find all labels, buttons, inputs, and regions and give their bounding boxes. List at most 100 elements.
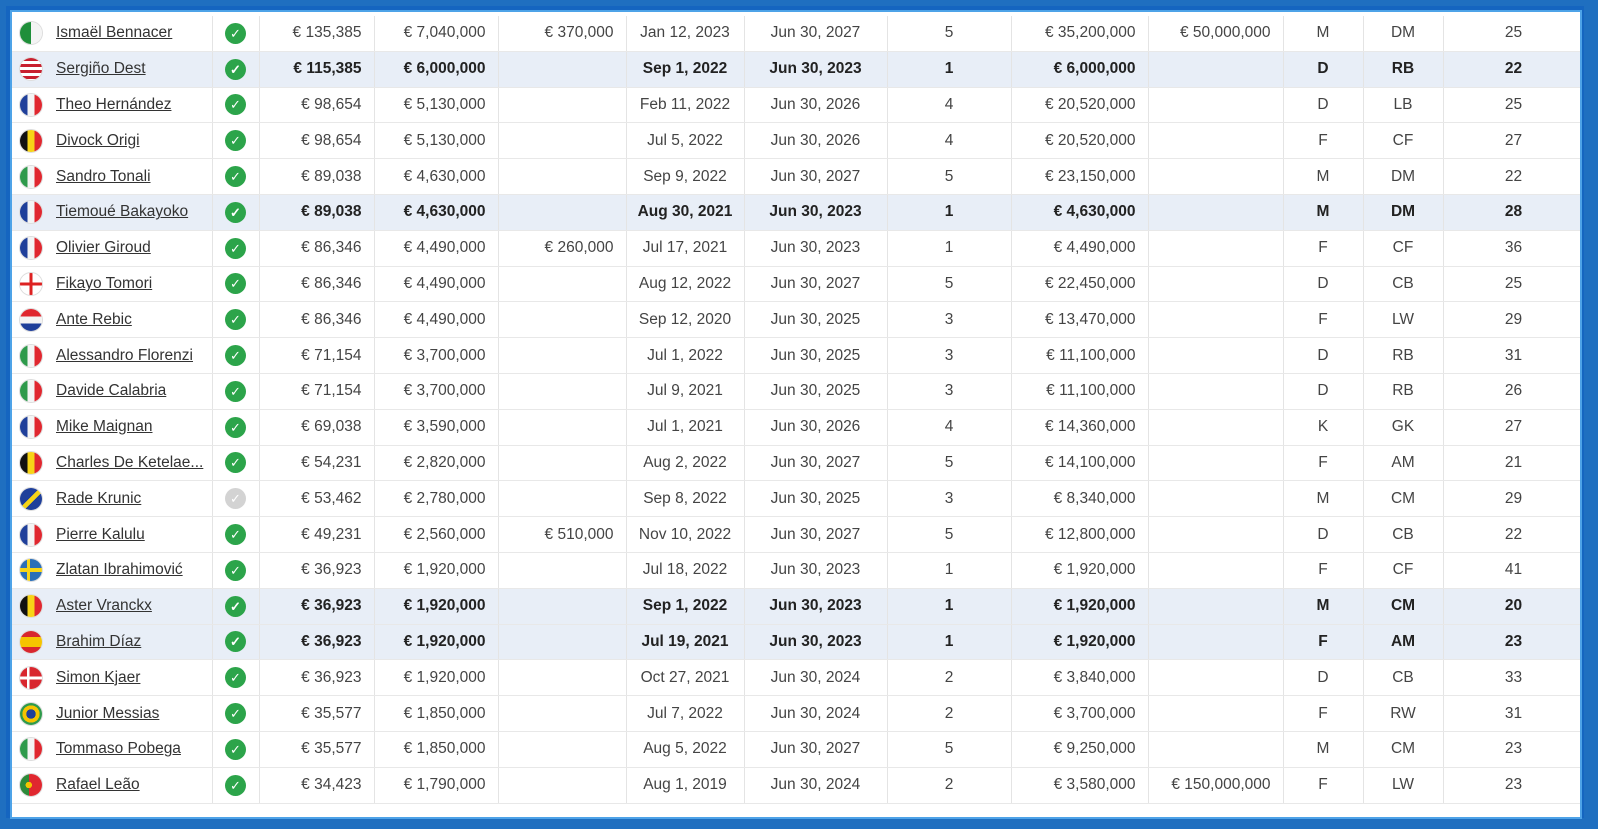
position-cell: F: [1283, 230, 1364, 267]
player-cell: Aster Vranckx: [12, 588, 213, 625]
weekly-salary-cell: € 54,231: [259, 445, 375, 482]
expiration-date-cell: Jun 30, 2027: [744, 16, 888, 52]
player-name-link[interactable]: Rafael Leão: [56, 776, 140, 793]
player-name-link[interactable]: Pierre Kalulu: [56, 526, 145, 543]
age-cell: 27: [1443, 122, 1580, 160]
position-cell: D: [1283, 516, 1364, 553]
total-remaining-cell: € 4,490,000: [1011, 230, 1149, 267]
yearly-salary-cell: € 4,490,000: [374, 301, 499, 339]
position-cell: K: [1283, 409, 1364, 446]
table-row: Ante Rebic ✓ € 86,346 € 4,490,000 Sep 12, 20…: [12, 301, 1580, 339]
player-name-link[interactable]: Tommaso Pobega: [56, 740, 181, 757]
years-remaining-cell: 5: [887, 516, 1012, 553]
position-cell: M: [1283, 16, 1364, 52]
total-remaining-cell: € 20,520,000: [1011, 87, 1149, 124]
player-name-link[interactable]: Olivier Giroud: [56, 239, 151, 256]
player-name-link[interactable]: Davide Calabria: [56, 382, 166, 399]
position-cell: F: [1283, 445, 1364, 482]
player-name-link[interactable]: Junior Messias: [56, 705, 159, 722]
table-row: Simon Kjaer ✓ € 36,923 € 1,920,000 Oct 27, 2…: [12, 659, 1580, 697]
years-remaining-cell: 4: [887, 122, 1012, 160]
release-clause-cell: € 50,000,000: [1148, 16, 1284, 52]
position-cell: F: [1283, 122, 1364, 160]
brazil-flag: [20, 702, 42, 725]
bonus-cell: [498, 731, 627, 768]
check-icon: ✓: [225, 237, 246, 259]
player-name-link[interactable]: Alessandro Florenzi: [56, 347, 193, 364]
status-cell: ✓: [212, 16, 260, 52]
table-row: Olivier Giroud ✓ € 86,346 € 4,490,000 € 260,…: [12, 230, 1580, 267]
weekly-salary-cell: € 49,231: [259, 516, 375, 553]
yearly-salary-cell: € 4,490,000: [374, 230, 499, 267]
player-cell: Charles De Ketelae...: [12, 445, 213, 482]
release-clause-cell: [1148, 480, 1284, 518]
portugal-flag: [20, 774, 42, 797]
player-name-link[interactable]: Brahim Díaz: [56, 633, 141, 650]
table-row: Rafael Leão ✓ € 34,423 € 1,790,000 Aug 1, 20…: [12, 767, 1580, 804]
signed-date-cell: Sep 8, 2022: [626, 480, 745, 518]
position-detail-cell: CM: [1363, 480, 1444, 518]
player-name-link[interactable]: Mike Maignan: [56, 418, 153, 435]
yearly-salary-cell: € 2,780,000: [374, 480, 499, 518]
signed-date-cell: Jul 19, 2021: [626, 624, 745, 661]
release-clause-cell: [1148, 337, 1284, 374]
table-row: Theo Hernández ✓ € 98,654 € 5,130,000 Feb 11…: [12, 87, 1580, 124]
player-name-link[interactable]: Zlatan Ibrahimović: [56, 561, 183, 578]
check-icon: ✓: [225, 738, 246, 760]
release-clause-cell: [1148, 373, 1284, 410]
signed-date-cell: Jul 5, 2022: [626, 122, 745, 160]
signed-date-cell: Aug 5, 2022: [626, 731, 745, 768]
signed-date-cell: Jan 12, 2023: [626, 16, 745, 52]
position-detail-cell: CF: [1363, 230, 1444, 267]
bonus-cell: [498, 588, 627, 625]
player-cell: Rade Krunic: [12, 480, 213, 518]
age-cell: 23: [1443, 731, 1580, 768]
player-name-link[interactable]: Divock Origi: [56, 132, 140, 149]
player-cell: Ismaël Bennacer: [12, 16, 213, 52]
player-name-link[interactable]: Sandro Tonali: [56, 168, 151, 185]
status-cell: ✓: [212, 409, 260, 446]
signed-date-cell: Jul 17, 2021: [626, 230, 745, 267]
signed-date-cell: Feb 11, 2022: [626, 87, 745, 124]
bonus-cell: [498, 373, 627, 410]
bonus-cell: [498, 552, 627, 589]
player-cell: Zlatan Ibrahimović: [12, 552, 213, 589]
player-name-link[interactable]: Simon Kjaer: [56, 669, 140, 686]
player-name-link[interactable]: Tiemoué Bakayoko: [56, 203, 188, 220]
age-cell: 25: [1443, 266, 1580, 303]
yearly-salary-cell: € 3,590,000: [374, 409, 499, 446]
table-row: Tiemoué Bakayoko ✓ € 89,038 € 4,630,000 Aug …: [12, 194, 1580, 231]
yearly-salary-cell: € 1,920,000: [374, 552, 499, 589]
release-clause-cell: [1148, 624, 1284, 661]
release-clause-cell: [1148, 51, 1284, 88]
player-name-link[interactable]: Charles De Ketelae...: [56, 454, 203, 471]
player-name-link[interactable]: Fikayo Tomori: [56, 275, 152, 292]
expiration-date-cell: Jun 30, 2027: [744, 445, 888, 482]
player-name-link[interactable]: Aster Vranckx: [56, 597, 152, 614]
position-cell: F: [1283, 301, 1364, 339]
player-cell: Mike Maignan: [12, 409, 213, 446]
weekly-salary-cell: € 36,923: [259, 588, 375, 625]
age-cell: 25: [1443, 87, 1580, 124]
yearly-salary-cell: € 4,630,000: [374, 194, 499, 231]
check-icon: ✓: [225, 273, 246, 295]
position-cell: D: [1283, 51, 1364, 88]
release-clause-cell: [1148, 552, 1284, 589]
player-name-link[interactable]: Sergiño Dest: [56, 60, 146, 77]
position-detail-cell: DM: [1363, 194, 1444, 231]
weekly-salary-cell: € 53,462: [259, 480, 375, 518]
status-cell: ✓: [212, 767, 260, 804]
player-name-link[interactable]: Theo Hernández: [56, 96, 171, 113]
player-cell: Davide Calabria: [12, 373, 213, 410]
player-name-link[interactable]: Ismaël Bennacer: [56, 24, 172, 41]
player-name-link[interactable]: Rade Krunic: [56, 490, 141, 507]
expiration-date-cell: Jun 30, 2024: [744, 695, 888, 732]
bonus-cell: [498, 409, 627, 446]
player-name-link[interactable]: Ante Rebic: [56, 311, 132, 328]
total-remaining-cell: € 9,250,000: [1011, 731, 1149, 768]
bonus-cell: [498, 480, 627, 518]
check-icon: ✓: [225, 22, 246, 44]
position-cell: D: [1283, 373, 1364, 410]
position-cell: F: [1283, 552, 1364, 589]
expiration-date-cell: Jun 30, 2023: [744, 588, 888, 625]
